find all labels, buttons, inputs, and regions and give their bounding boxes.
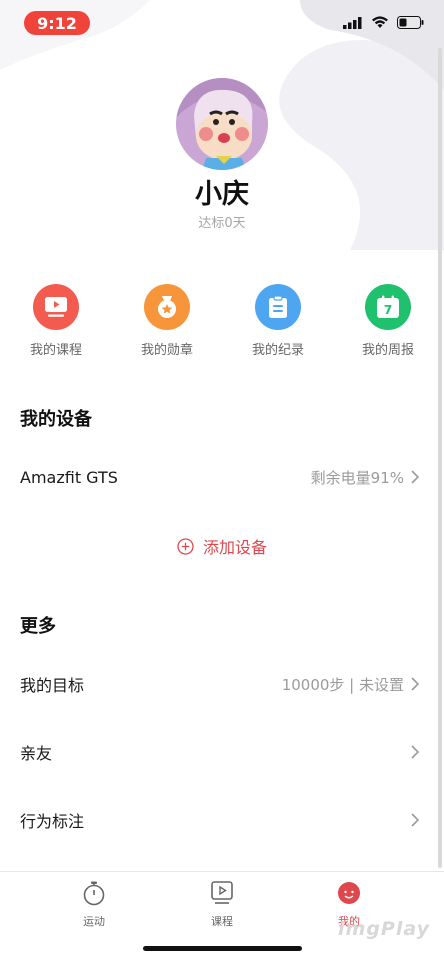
tab-courses[interactable]: 课程 bbox=[182, 880, 262, 929]
quick-action-records[interactable]: 我的纪录 bbox=[233, 284, 323, 358]
video-course-icon bbox=[33, 284, 79, 330]
quick-actions: 我的课程 我的勋章 我的纪录 7 我的周报 bbox=[0, 284, 444, 364]
chevron-right-icon bbox=[411, 470, 420, 484]
tab-label: 运动 bbox=[83, 915, 105, 928]
device-row-amazfit[interactable]: Amazfit GTS 剩余电量91% bbox=[0, 457, 440, 497]
chevron-right-icon bbox=[411, 813, 420, 827]
profile-name: 小庆 bbox=[195, 179, 249, 210]
chevron-right-icon bbox=[411, 745, 420, 759]
quick-action-label: 我的周报 bbox=[361, 343, 414, 358]
play-box-icon bbox=[211, 881, 233, 904]
quick-action-medals[interactable]: 我的勋章 bbox=[122, 284, 212, 358]
avatar-image bbox=[176, 78, 268, 170]
tab-sport[interactable]: 运动 bbox=[54, 880, 134, 929]
status-icons bbox=[343, 16, 424, 29]
status-bar: 9:12 bbox=[0, 0, 444, 46]
add-device-button[interactable]: 添加设备 bbox=[0, 530, 444, 562]
home-indicator[interactable] bbox=[143, 946, 302, 951]
profile-goal-days: 达标0天 bbox=[198, 216, 246, 231]
more-item-label: 我的目标 bbox=[20, 676, 85, 695]
status-time: 9:12 bbox=[24, 11, 90, 35]
plus-circle-icon bbox=[177, 537, 194, 555]
more-item-goal[interactable]: 我的目标 10000步 | 未设置 bbox=[0, 664, 440, 704]
quick-action-courses[interactable]: 我的课程 bbox=[11, 284, 101, 358]
goal-value: 10000步 | 未设置 bbox=[281, 675, 404, 694]
profile-icon bbox=[338, 882, 360, 904]
more-item-label: 行为标注 bbox=[20, 812, 85, 831]
calendar-badge: 7 bbox=[384, 303, 392, 317]
add-device-label: 添加设备 bbox=[202, 538, 267, 557]
chevron-right-icon bbox=[411, 677, 420, 691]
cellular-signal-icon bbox=[343, 16, 362, 29]
clipboard-record-icon bbox=[255, 284, 301, 330]
avatar[interactable] bbox=[176, 78, 268, 170]
quick-action-label: 我的纪录 bbox=[251, 343, 304, 358]
stopwatch-icon bbox=[83, 881, 105, 906]
battery-icon bbox=[397, 16, 424, 29]
calendar-weekly-icon: 7 bbox=[365, 284, 411, 330]
more-section-title: 更多 bbox=[20, 616, 56, 637]
more-item-behavior-tagging[interactable]: 行为标注 bbox=[0, 800, 440, 840]
quick-action-label: 我的课程 bbox=[29, 343, 82, 358]
wifi-icon bbox=[372, 16, 388, 28]
quick-action-label: 我的勋章 bbox=[140, 343, 193, 358]
more-item-friends[interactable]: 亲友 bbox=[0, 732, 440, 772]
medal-icon bbox=[144, 284, 190, 330]
more-item-label: 亲友 bbox=[20, 744, 53, 763]
tab-label: 课程 bbox=[211, 915, 233, 928]
scrollbar[interactable] bbox=[438, 48, 442, 868]
quick-action-weekly-report[interactable]: 7 我的周报 bbox=[343, 284, 433, 358]
device-battery: 剩余电量91% bbox=[310, 468, 404, 487]
device-name: Amazfit GTS bbox=[20, 467, 118, 487]
devices-section-title: 我的设备 bbox=[20, 409, 92, 430]
imgplay-watermark: imgPlay bbox=[338, 918, 430, 940]
